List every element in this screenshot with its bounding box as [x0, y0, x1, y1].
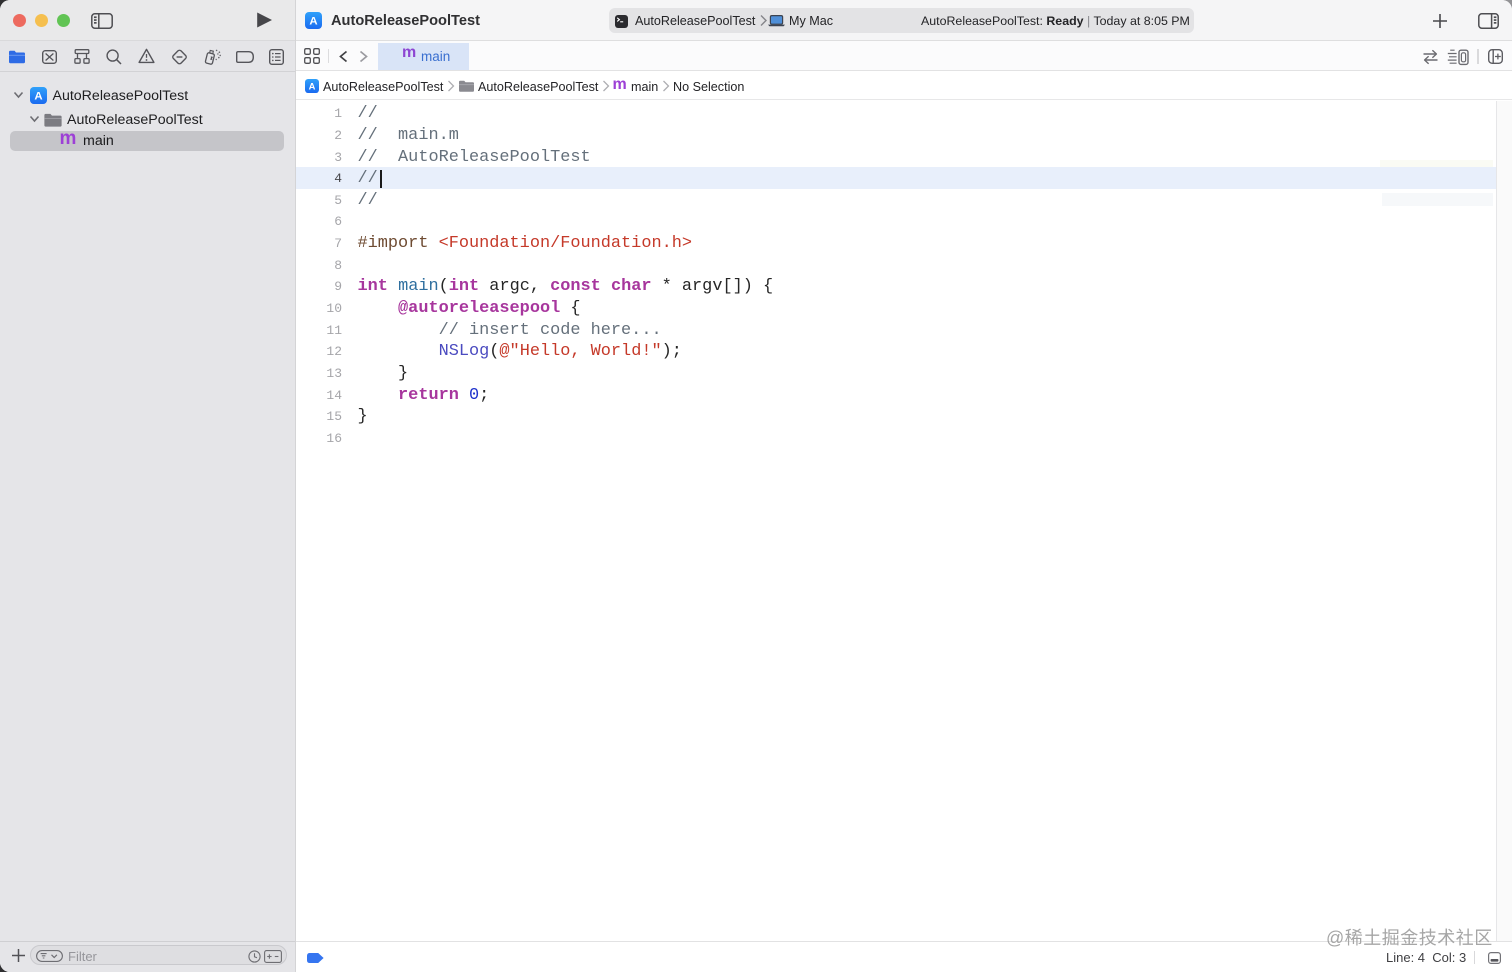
svg-text:A: A [309, 15, 317, 27]
svg-text:A: A [34, 90, 42, 102]
svg-text:A: A [309, 80, 316, 91]
